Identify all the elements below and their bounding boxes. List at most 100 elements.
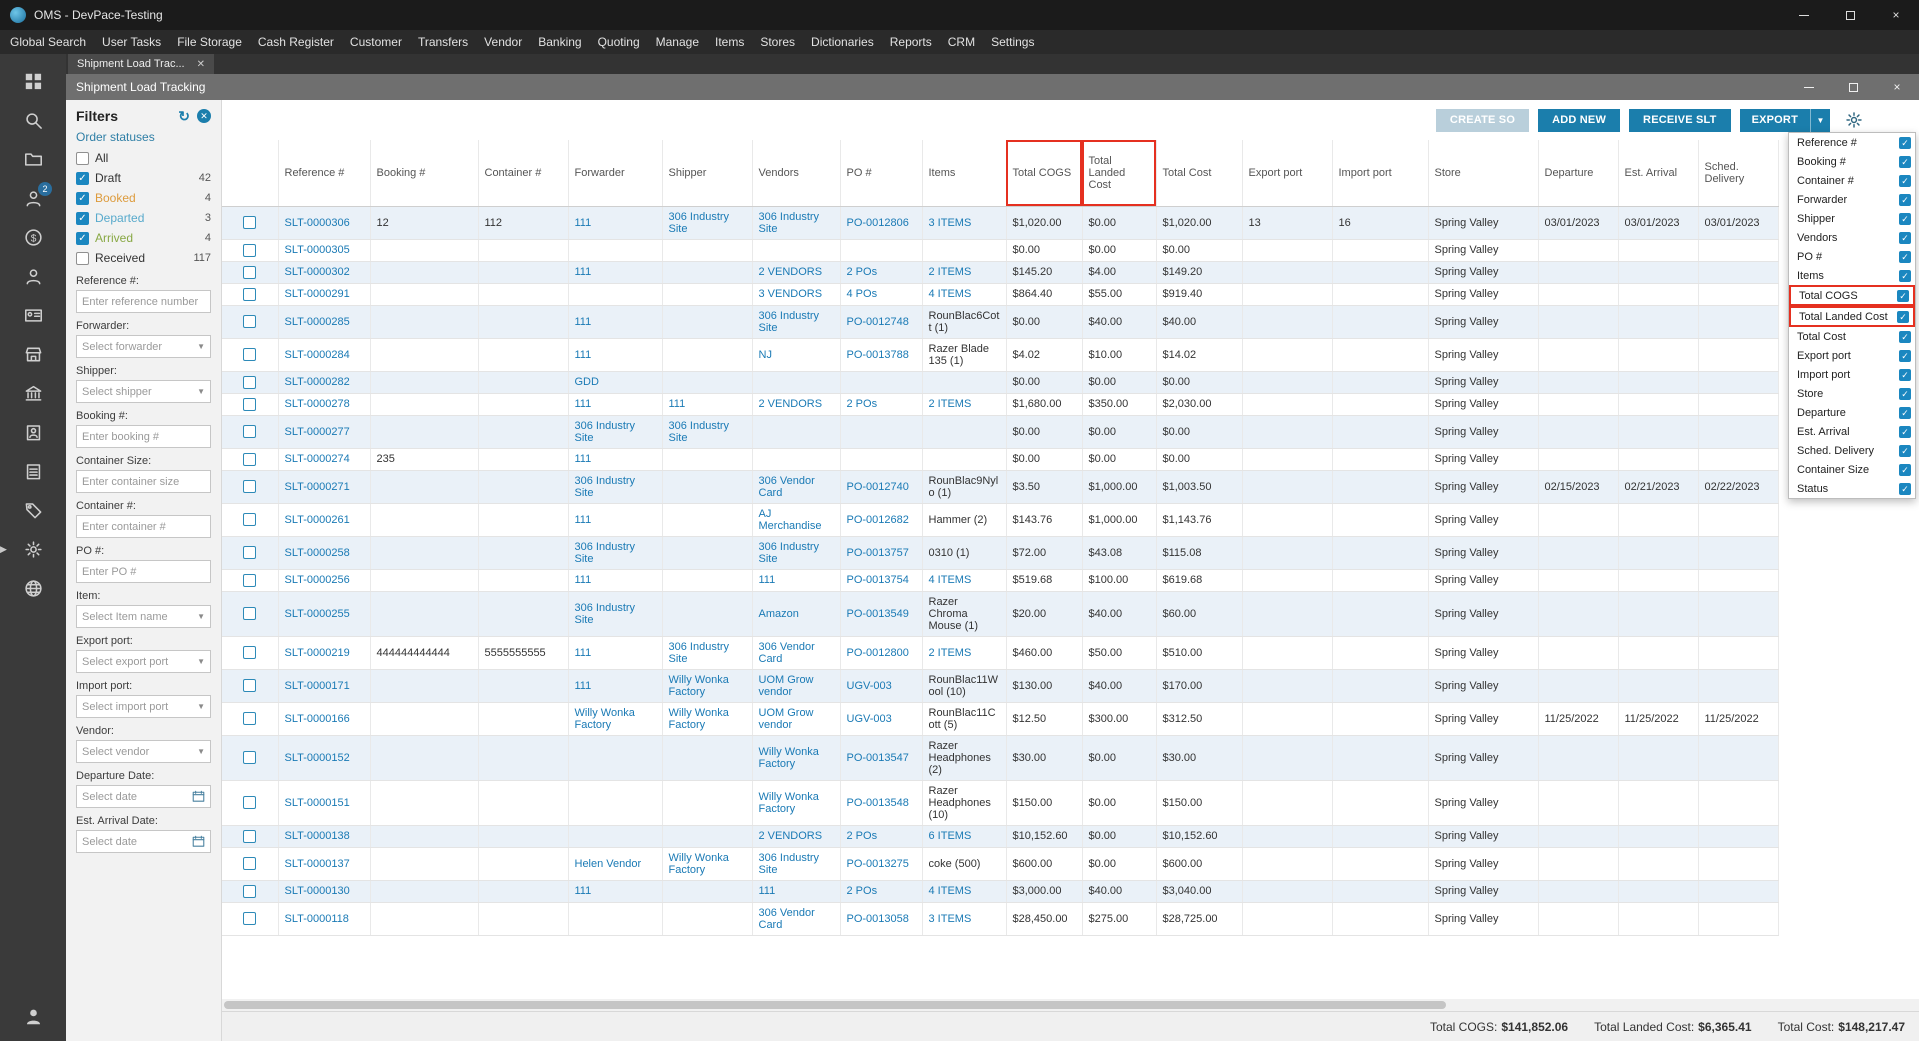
menu-item-vendor[interactable]: Vendor (476, 30, 530, 54)
column-header-total-cogs[interactable]: Total COGS (1006, 140, 1083, 207)
column-header-vendors[interactable]: Vendors (752, 140, 841, 207)
reference-link[interactable]: SLT-0000285 (285, 316, 350, 328)
row-checkbox[interactable] (243, 425, 257, 438)
menu-item-reports[interactable]: Reports (882, 30, 940, 54)
row-checkbox[interactable] (243, 216, 257, 229)
shipper-link[interactable]: Willy Wonka Factory (669, 707, 729, 731)
po-link[interactable]: PO-0012800 (847, 647, 909, 659)
field-input-vendor[interactable]: Select vendor ▼ (76, 740, 211, 763)
row-checkbox[interactable] (243, 751, 257, 764)
panel-expander-icon[interactable]: ▶ (0, 544, 7, 555)
table-row[interactable]: SLT-0000261 111 AJ Merchandise PO-0012682 Ha… (222, 503, 1779, 537)
vendors-link[interactable]: 111 (759, 574, 776, 586)
shipper-link[interactable]: Willy Wonka Factory (669, 674, 729, 698)
menu-item-file-storage[interactable]: File Storage (169, 30, 250, 54)
column-chooser-item-total-landed-cost[interactable]: Total Landed Cost ✓ (1789, 306, 1915, 327)
column-chooser-item-container[interactable]: Container # ✓ (1789, 171, 1915, 190)
table-row[interactable]: SLT-0000256 111 111 PO-0013754 4 ITEMS $519.6… (222, 569, 1779, 592)
table-row[interactable]: SLT-0000285 111 306 Industry Site PO-001274… (222, 305, 1779, 339)
table-row[interactable]: SLT-0000278 111 111 2 VENDORS 2 POs 2 ITEMS $1… (222, 393, 1779, 416)
column-chooser-item-shipper[interactable]: Shipper ✓ (1789, 209, 1915, 228)
po-link[interactable]: PO-0013788 (847, 349, 909, 361)
po-link[interactable]: PO-0012740 (847, 481, 909, 493)
menu-item-manage[interactable]: Manage (648, 30, 707, 54)
chooser-checkbox[interactable]: ✓ (1899, 368, 1911, 381)
chevron-down-icon[interactable]: ▼ (197, 342, 205, 351)
items-link[interactable]: 4 ITEMS (929, 885, 972, 897)
table-row[interactable]: SLT-0000282 GDD $0.00 $0.00 $0.00 Spring Vall… (222, 371, 1779, 394)
items-link[interactable]: 4 ITEMS (929, 288, 972, 300)
chevron-down-icon[interactable]: ▼ (197, 387, 205, 396)
vendors-link[interactable]: Willy Wonka Factory (759, 746, 819, 770)
status-filter-received[interactable]: Received 117 (76, 248, 211, 268)
row-checkbox[interactable] (243, 679, 257, 692)
column-header-po[interactable]: PO # (840, 140, 923, 207)
forwarder-link[interactable]: 111 (575, 574, 592, 586)
po-link[interactable]: PO-0012682 (847, 514, 909, 526)
column-header-container[interactable]: Container # (478, 140, 569, 207)
forwarder-link[interactable]: GDD (575, 376, 599, 388)
column-header-departure[interactable]: Departure (1538, 140, 1619, 207)
forwarder-link[interactable]: 306 Industry Site (575, 602, 636, 626)
chooser-checkbox[interactable]: ✓ (1899, 425, 1911, 438)
row-checkbox[interactable] (243, 607, 257, 620)
forwarder-link[interactable]: 111 (575, 266, 592, 278)
minimize-icon[interactable] (1781, 0, 1827, 30)
field-input-reference[interactable] (76, 290, 211, 313)
forwarder-link[interactable]: 111 (575, 316, 592, 328)
receive-slt-button[interactable]: RECEIVE SLT (1629, 108, 1731, 132)
chooser-checkbox[interactable]: ✓ (1899, 349, 1911, 362)
vendors-link[interactable]: Amazon (759, 608, 799, 620)
column-header-shipper[interactable]: Shipper (662, 140, 753, 207)
table-row[interactable]: SLT-0000166 Willy Wonka Factory Willy Wonk… (222, 702, 1779, 736)
reference-link[interactable]: SLT-0000138 (285, 830, 350, 842)
items-link[interactable]: 2 ITEMS (929, 647, 972, 659)
chooser-checkbox[interactable]: ✓ (1899, 212, 1911, 225)
vendors-link[interactable]: 111 (759, 885, 776, 897)
settings-icon[interactable] (22, 538, 44, 560)
chooser-checkbox[interactable]: ✓ (1899, 250, 1911, 263)
reference-link[interactable]: SLT-0000130 (285, 885, 350, 897)
menu-item-items[interactable]: Items (707, 30, 752, 54)
items-link[interactable]: 4 ITEMS (929, 574, 972, 586)
menu-item-cash-register[interactable]: Cash Register (250, 30, 342, 54)
row-checkbox[interactable] (243, 348, 257, 361)
column-chooser-item-total-cogs[interactable]: Total COGS ✓ (1789, 285, 1915, 306)
forwarder-link[interactable]: 111 (575, 885, 592, 897)
column-chooser-item-store[interactable]: Store ✓ (1789, 384, 1915, 403)
column-chooser-item-est-arrival[interactable]: Est. Arrival ✓ (1789, 422, 1915, 441)
text-input[interactable] (82, 430, 205, 443)
row-checkbox[interactable] (243, 452, 257, 466)
dashboard-icon[interactable] (22, 70, 44, 92)
customer-icon[interactable] (22, 265, 44, 287)
field-input-po[interactable] (76, 560, 211, 583)
menu-item-crm[interactable]: CRM (940, 30, 983, 54)
table-row[interactable]: SLT-0000274 235 111 $0.00 $0.00 $0.00 Spring V… (222, 448, 1779, 471)
chooser-checkbox[interactable]: ✓ (1897, 289, 1909, 302)
calendar-icon[interactable] (192, 790, 205, 803)
chooser-checkbox[interactable]: ✓ (1899, 482, 1911, 495)
vendors-link[interactable]: AJ Merchandise (759, 508, 822, 532)
chooser-checkbox[interactable]: ✓ (1899, 444, 1911, 457)
field-input-export-port[interactable]: Select export port ▼ (76, 650, 211, 673)
forwarder-link[interactable]: 111 (575, 349, 592, 361)
chooser-checkbox[interactable]: ✓ (1899, 155, 1911, 168)
column-chooser-item-reference[interactable]: Reference # ✓ (1789, 133, 1915, 152)
table-row[interactable]: SLT-0000271 306 Industry Site 306 Vendor C… (222, 470, 1779, 504)
field-input-item[interactable]: Select Item name ▼ (76, 605, 211, 628)
vendors-link[interactable]: UOM Grow vendor (759, 674, 814, 698)
column-header-export-port[interactable]: Export port (1242, 140, 1333, 207)
text-input[interactable] (82, 565, 205, 578)
forwarder-link[interactable]: 111 (575, 217, 592, 229)
table-row[interactable]: SLT-0000302 111 2 VENDORS 2 POs 2 ITEMS $145.… (222, 261, 1779, 284)
column-chooser-item-booking[interactable]: Booking # ✓ (1789, 152, 1915, 171)
column-header-store[interactable]: Store (1428, 140, 1539, 207)
forwarder-link[interactable]: Helen Vendor (575, 858, 642, 870)
reference-link[interactable]: SLT-0000171 (285, 680, 350, 692)
chooser-checkbox[interactable]: ✓ (1899, 193, 1911, 206)
vendors-link[interactable]: 306 Industry Site (759, 852, 820, 876)
menu-item-banking[interactable]: Banking (530, 30, 589, 54)
items-link[interactable]: 6 ITEMS (929, 830, 972, 842)
forwarder-link[interactable]: 111 (575, 680, 592, 692)
chevron-down-icon[interactable]: ▼ (197, 657, 205, 666)
